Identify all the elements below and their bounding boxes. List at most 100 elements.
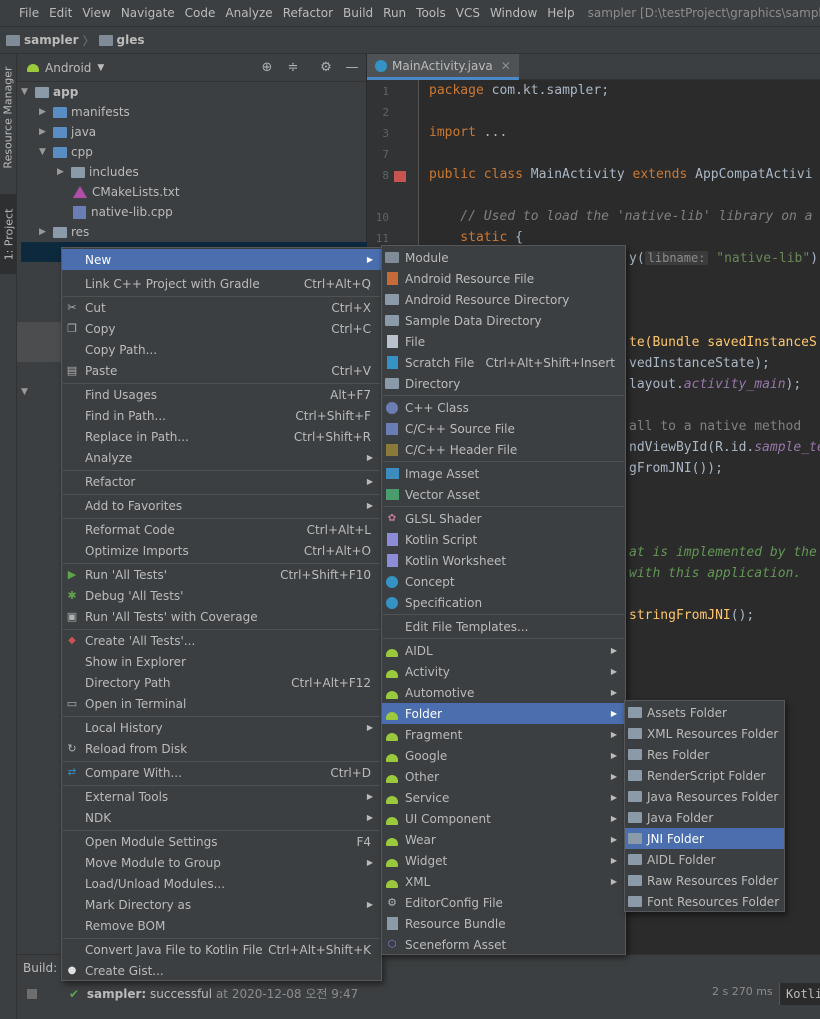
menu-item-find-in-path[interactable]: Find in Path... Ctrl+Shift+F <box>62 405 381 426</box>
menu-item-copy-path[interactable]: Copy Path... <box>62 339 381 360</box>
menu-item-external-tools[interactable]: External Tools ▶ <box>62 786 381 807</box>
new-item-cpp-source[interactable]: C/C++ Source File <box>382 418 625 439</box>
tree-item-native-lib[interactable]: native-lib.cpp <box>73 202 173 222</box>
folder-item-raw-resources[interactable]: Raw Resources Folder <box>625 870 784 891</box>
menu-item-optimize-imports[interactable]: Optimize Imports Ctrl+Alt+O <box>62 540 381 561</box>
new-item-other[interactable]: Other ▶ <box>382 766 625 787</box>
menu-item-move-module[interactable]: Move Module to Group ▶ <box>62 852 381 873</box>
tab-main-activity[interactable]: MainActivity.java ✕ <box>367 54 519 80</box>
menu-item-ndk[interactable]: NDK ▶ <box>62 807 381 828</box>
locate-icon[interactable]: ⊕ <box>259 60 275 75</box>
new-item-xml[interactable]: XML ▶ <box>382 871 625 892</box>
close-icon[interactable]: ✕ <box>501 59 511 73</box>
chevron-down-icon[interactable]: ▼ <box>21 387 35 397</box>
new-item-widget[interactable]: Widget ▶ <box>382 850 625 871</box>
menu-item-mark-directory[interactable]: Mark Directory as ▶ <box>62 894 381 915</box>
menu-item-reload-disk[interactable]: ↻ Reload from Disk <box>62 738 381 759</box>
folder-item-java-resources[interactable]: Java Resources Folder <box>625 786 784 807</box>
chevron-right-icon[interactable]: ▶ <box>39 127 53 137</box>
menu-item-load-unload[interactable]: Load/Unload Modules... <box>62 873 381 894</box>
menu-item-run-tests[interactable]: ▶ Run 'All Tests' Ctrl+Shift+F10 <box>62 564 381 585</box>
menu-item-analyze[interactable]: Analyze ▶ <box>62 447 381 468</box>
minimize-icon[interactable]: — <box>344 60 360 75</box>
menu-item-replace-in-path[interactable]: Replace in Path... Ctrl+Shift+R <box>62 426 381 447</box>
menu-item-local-history[interactable]: Local History ▶ <box>62 717 381 738</box>
tree-item-gradle[interactable]: ▼ <box>21 382 35 402</box>
new-item-directory[interactable]: Directory <box>382 373 625 394</box>
menu-item-show-explorer[interactable]: Show in Explorer <box>62 651 381 672</box>
new-item-editorconfig[interactable]: ⚙ EditorConfig File <box>382 892 625 913</box>
tree-item-cpp[interactable]: ▼ cpp <box>39 142 93 162</box>
new-item-service[interactable]: Service ▶ <box>382 787 625 808</box>
menu-view[interactable]: View <box>77 6 115 20</box>
new-item-folder[interactable]: Folder ▶ <box>382 703 625 724</box>
folder-item-jni[interactable]: JNI Folder <box>625 828 784 849</box>
menu-item-debug-tests[interactable]: ✱ Debug 'All Tests' <box>62 585 381 606</box>
menu-navigate[interactable]: Navigate <box>116 6 180 20</box>
menu-item-add-favorites[interactable]: Add to Favorites ▶ <box>62 495 381 516</box>
new-item-file[interactable]: File <box>382 331 625 352</box>
menu-code[interactable]: Code <box>180 6 221 20</box>
new-item-activity[interactable]: Activity ▶ <box>382 661 625 682</box>
menu-item-cut[interactable]: ✂ Cut Ctrl+X <box>62 297 381 318</box>
menu-item-convert-kotlin[interactable]: Convert Java File to Kotlin File Ctrl+Alt… <box>62 939 381 960</box>
folder-item-xml-resources[interactable]: XML Resources Folder <box>625 723 784 744</box>
new-item-concept[interactable]: Concept <box>382 571 625 592</box>
folder-item-assets[interactable]: Assets Folder <box>625 702 784 723</box>
tab-resource-manager[interactable]: Resource Manager <box>0 62 17 172</box>
stop-icon[interactable] <box>27 989 37 999</box>
folder-item-aidl[interactable]: AIDL Folder <box>625 849 784 870</box>
gear-icon[interactable]: ⚙ <box>318 60 334 75</box>
folder-item-font-resources[interactable]: Font Resources Folder <box>625 891 784 912</box>
new-item-sceneform[interactable]: ⬡ Sceneform Asset <box>382 934 625 955</box>
menu-run[interactable]: Run <box>378 6 411 20</box>
menu-refactor[interactable]: Refactor <box>278 6 338 20</box>
tree-item-app[interactable]: ▼ app <box>21 82 78 102</box>
menu-item-link-cpp[interactable]: Link C++ Project with Gradle Ctrl+Alt+Q <box>62 273 381 294</box>
new-item-resource-bundle[interactable]: Resource Bundle <box>382 913 625 934</box>
menu-item-new[interactable]: New ▶ <box>62 249 381 270</box>
breadcrumb-module[interactable]: gles <box>98 33 145 47</box>
tree-item-includes[interactable]: ▶ includes <box>57 162 139 182</box>
menu-item-create-gist[interactable]: ● Create Gist... <box>62 960 381 981</box>
menu-tools[interactable]: Tools <box>411 6 451 20</box>
menu-window[interactable]: Window <box>485 6 542 20</box>
chevron-down-icon[interactable]: ▼ <box>39 147 53 157</box>
menu-item-refactor[interactable]: Refactor ▶ <box>62 471 381 492</box>
tree-item-manifests[interactable]: ▶ manifests <box>39 102 130 122</box>
new-item-aidl[interactable]: AIDL ▶ <box>382 640 625 661</box>
tab-project[interactable]: 1: Project <box>0 194 17 274</box>
menu-item-find-usages[interactable]: Find Usages Alt+F7 <box>62 384 381 405</box>
build-console[interactable]: Kotli <box>779 983 820 1005</box>
new-item-glsl-shader[interactable]: ✿ GLSL Shader <box>382 508 625 529</box>
new-item-cpp-class[interactable]: C++ Class <box>382 397 625 418</box>
new-item-image-asset[interactable]: Image Asset <box>382 463 625 484</box>
folder-item-res[interactable]: Res Folder <box>625 744 784 765</box>
menu-item-directory-path[interactable]: Directory Path Ctrl+Alt+F12 <box>62 672 381 693</box>
new-item-edit-templates[interactable]: Edit File Templates... <box>382 616 625 637</box>
menu-item-module-settings[interactable]: Open Module Settings F4 <box>62 831 381 852</box>
run-gutter-icon[interactable] <box>394 171 406 182</box>
menu-item-compare-with[interactable]: ⇄ Compare With... Ctrl+D <box>62 762 381 783</box>
project-view-selector[interactable]: Android <box>45 61 91 75</box>
new-item-ui-component[interactable]: UI Component ▶ <box>382 808 625 829</box>
menu-edit[interactable]: Edit <box>44 6 77 20</box>
menu-item-run-coverage[interactable]: ▣ Run 'All Tests' with Coverage <box>62 606 381 627</box>
folder-item-renderscript[interactable]: RenderScript Folder <box>625 765 784 786</box>
menu-analyze[interactable]: Analyze <box>220 6 277 20</box>
menu-item-create-tests[interactable]: ◆ Create 'All Tests'... <box>62 630 381 651</box>
new-item-kotlin-script[interactable]: Kotlin Script <box>382 529 625 550</box>
new-item-android-resource-file[interactable]: Android Resource File <box>382 268 625 289</box>
build-status[interactable]: ✔ sampler: successful at 2020-12-08 오전 9… <box>69 985 358 1002</box>
menu-item-reformat[interactable]: Reformat Code Ctrl+Alt+L <box>62 519 381 540</box>
chevron-right-icon[interactable]: ▶ <box>39 107 53 117</box>
new-item-module[interactable]: Module <box>382 247 625 268</box>
tree-item-java[interactable]: ▶ java <box>39 122 96 142</box>
new-item-kotlin-worksheet[interactable]: Kotlin Worksheet <box>382 550 625 571</box>
new-item-android-resource-dir[interactable]: Android Resource Directory <box>382 289 625 310</box>
menu-item-copy[interactable]: ❐ Copy Ctrl+C <box>62 318 381 339</box>
new-item-fragment[interactable]: Fragment ▶ <box>382 724 625 745</box>
menu-build[interactable]: Build <box>338 6 378 20</box>
menu-help[interactable]: Help <box>542 6 579 20</box>
new-item-wear[interactable]: Wear ▶ <box>382 829 625 850</box>
